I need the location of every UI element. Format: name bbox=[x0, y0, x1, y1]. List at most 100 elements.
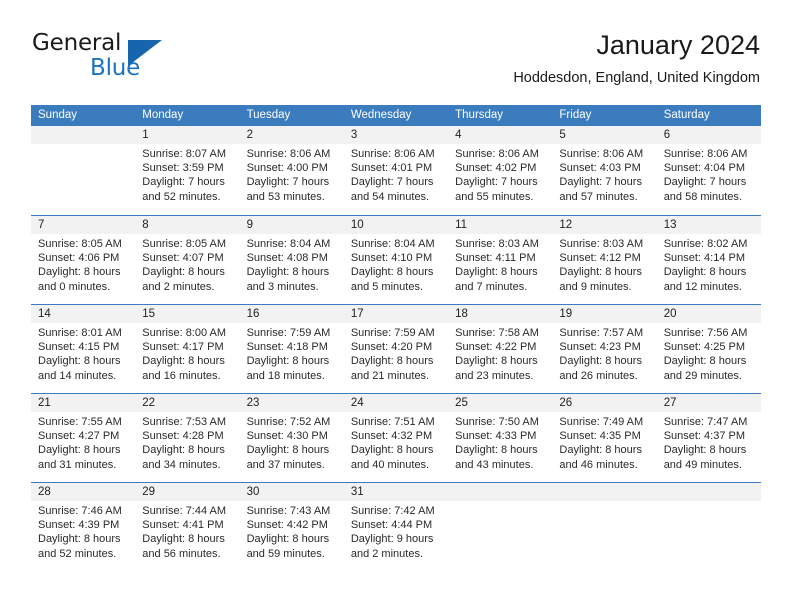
weekday-header-sunday: Sunday bbox=[38, 109, 78, 121]
day-cell-27[interactable]: 27 Sunrise: 7:47 AM Sunset: 4:37 PM Dayligh… bbox=[656, 394, 761, 482]
sunrise-text: Sunrise: 7:55 AM bbox=[38, 416, 122, 428]
daylight-text-cont: and 34 minutes. bbox=[142, 458, 221, 471]
title-block: January 2024 Hoddesdon, England, United … bbox=[513, 28, 760, 89]
day-cell-14[interactable]: 14 Sunrise: 8:01 AM Sunset: 4:15 PM Dayligh… bbox=[31, 305, 136, 393]
day-cell-26[interactable]: 26 Sunrise: 7:49 AM Sunset: 4:35 PM Dayligh… bbox=[552, 394, 657, 482]
day-cell-22[interactable]: 22 Sunrise: 7:53 AM Sunset: 4:28 PM Dayligh… bbox=[135, 394, 240, 482]
day-details: Sunrise: 7:59 AM Sunset: 4:18 PM Daylight:… bbox=[240, 323, 344, 383]
sunrise-text: Sunrise: 8:01 AM bbox=[38, 327, 122, 339]
daylight-text-cont: and 56 minutes. bbox=[142, 547, 221, 560]
daylight-text-cont: and 2 minutes. bbox=[350, 547, 423, 560]
day-details: Sunrise: 7:57 AM Sunset: 4:23 PM Daylight:… bbox=[552, 323, 656, 383]
day-cell-20[interactable]: 20 Sunrise: 7:56 AM Sunset: 4:25 PM Dayligh… bbox=[656, 305, 761, 393]
sunset-text: Sunset: 4:15 PM bbox=[38, 341, 120, 354]
daylight-text-cont: and 59 minutes. bbox=[246, 547, 325, 560]
sunrise-text: Sunrise: 8:04 AM bbox=[350, 238, 435, 250]
weekday-header-tuesday: Tuesday bbox=[246, 109, 291, 121]
daylight-text: Daylight: 8 hours bbox=[142, 355, 225, 368]
sunrise-text: Sunrise: 7:58 AM bbox=[455, 327, 539, 339]
page-title: January 2024 bbox=[596, 30, 760, 60]
day-details bbox=[448, 501, 552, 504]
day-cell-9[interactable]: 9 Sunrise: 8:04 AM Sunset: 4:08 PM Daylight… bbox=[239, 216, 344, 304]
day-cell-30[interactable]: 30 Sunrise: 7:43 AM Sunset: 4:42 PM Dayligh… bbox=[239, 483, 344, 571]
sunrise-text: Sunrise: 7:59 AM bbox=[350, 327, 435, 339]
day-details: Sunrise: 8:06 AM Sunset: 4:00 PM Daylight:… bbox=[240, 144, 344, 204]
day-number: 29 bbox=[135, 483, 240, 501]
calendar-page: General Blue January 2024 Hoddesdon, Eng… bbox=[0, 0, 792, 612]
day-cell-10[interactable]: 10 Sunrise: 8:04 AM Sunset: 4:10 PM Dayligh… bbox=[343, 216, 449, 304]
daylight-text-cont: and 0 minutes. bbox=[38, 280, 111, 293]
sunset-text: Sunset: 4:02 PM bbox=[455, 162, 537, 175]
day-number: 31 bbox=[343, 483, 449, 501]
day-cell-7[interactable]: 7 Sunrise: 8:05 AM Sunset: 4:06 PM Daylight… bbox=[31, 216, 136, 304]
day-details: Sunrise: 8:06 AM Sunset: 4:03 PM Daylight:… bbox=[552, 144, 656, 204]
daylight-text: Daylight: 8 hours bbox=[350, 355, 434, 368]
sunrise-text: Sunrise: 7:47 AM bbox=[663, 416, 748, 428]
daylight-text-cont: and 9 minutes. bbox=[559, 280, 632, 293]
day-number: 17 bbox=[343, 305, 449, 323]
daylight-text: Daylight: 8 hours bbox=[142, 444, 225, 457]
day-cell-16[interactable]: 16 Sunrise: 7:59 AM Sunset: 4:18 PM Dayligh… bbox=[239, 305, 344, 393]
day-cell-31[interactable]: 31 Sunrise: 7:42 AM Sunset: 4:44 PM Dayligh… bbox=[343, 483, 449, 571]
day-cell-21[interactable]: 21 Sunrise: 7:55 AM Sunset: 4:27 PM Dayligh… bbox=[31, 394, 136, 482]
daylight-text-cont: and 23 minutes. bbox=[455, 369, 534, 382]
day-cell-2[interactable]: 2 Sunrise: 8:06 AM Sunset: 4:00 PM Daylight… bbox=[239, 126, 344, 215]
daylight-text: Daylight: 7 hours bbox=[455, 176, 538, 189]
day-cell-11[interactable]: 11 Sunrise: 8:03 AM Sunset: 4:11 PM Dayligh… bbox=[448, 216, 553, 304]
day-cell-4[interactable]: 4 Sunrise: 8:06 AM Sunset: 4:02 PM Daylight… bbox=[448, 126, 553, 215]
day-cell-6[interactable]: 6 Sunrise: 8:06 AM Sunset: 4:04 PM Daylight… bbox=[656, 126, 761, 215]
day-cell-25[interactable]: 25 Sunrise: 7:50 AM Sunset: 4:33 PM Dayligh… bbox=[448, 394, 553, 482]
sunset-text: Sunset: 4:03 PM bbox=[559, 162, 641, 175]
day-cell-29[interactable]: 29 Sunrise: 7:44 AM Sunset: 4:41 PM Dayligh… bbox=[135, 483, 240, 571]
sunset-text: Sunset: 4:00 PM bbox=[246, 162, 328, 175]
day-number bbox=[31, 126, 136, 144]
day-details: Sunrise: 7:46 AM Sunset: 4:39 PM Daylight:… bbox=[31, 501, 135, 561]
daylight-text: Daylight: 7 hours bbox=[663, 176, 747, 189]
day-cell-1[interactable]: 1 Sunrise: 8:07 AM Sunset: 3:59 PM Daylight… bbox=[135, 126, 240, 215]
day-details: Sunrise: 7:42 AM Sunset: 4:44 PM Daylight:… bbox=[344, 501, 448, 561]
weekday-header-wednesday: Wednesday bbox=[350, 109, 412, 121]
day-number: 25 bbox=[448, 394, 553, 412]
sunrise-text: Sunrise: 8:05 AM bbox=[142, 238, 227, 250]
day-details: Sunrise: 7:51 AM Sunset: 4:32 PM Daylight:… bbox=[344, 412, 448, 472]
day-details: Sunrise: 8:04 AM Sunset: 4:10 PM Daylight:… bbox=[344, 234, 448, 294]
brand-logo[interactable]: General Blue bbox=[32, 30, 252, 92]
day-cell-13[interactable]: 13 Sunrise: 8:02 AM Sunset: 4:14 PM Dayligh… bbox=[656, 216, 761, 304]
daylight-text-cont: and 57 minutes. bbox=[559, 190, 638, 203]
sunset-text: Sunset: 4:33 PM bbox=[455, 430, 537, 443]
day-number: 22 bbox=[135, 394, 240, 412]
day-cell-15[interactable]: 15 Sunrise: 8:00 AM Sunset: 4:17 PM Dayligh… bbox=[135, 305, 240, 393]
daylight-text-cont: and 21 minutes. bbox=[350, 369, 430, 382]
day-number: 8 bbox=[135, 216, 240, 234]
sunset-text: Sunset: 4:08 PM bbox=[246, 252, 328, 265]
day-cell-8[interactable]: 8 Sunrise: 8:05 AM Sunset: 4:07 PM Daylight… bbox=[135, 216, 240, 304]
sunrise-text: Sunrise: 8:03 AM bbox=[455, 238, 539, 250]
day-number: 14 bbox=[31, 305, 136, 323]
daylight-text-cont: and 52 minutes. bbox=[38, 547, 117, 560]
day-cell-19[interactable]: 19 Sunrise: 7:57 AM Sunset: 4:23 PM Dayligh… bbox=[552, 305, 657, 393]
day-number: 12 bbox=[552, 216, 657, 234]
sunrise-text: Sunrise: 8:00 AM bbox=[142, 327, 227, 339]
sunrise-text: Sunrise: 7:53 AM bbox=[142, 416, 227, 428]
sunrise-text: Sunrise: 8:05 AM bbox=[38, 238, 122, 250]
day-cell-28[interactable]: 28 Sunrise: 7:46 AM Sunset: 4:39 PM Dayligh… bbox=[31, 483, 136, 571]
day-cell-23[interactable]: 23 Sunrise: 7:52 AM Sunset: 4:30 PM Dayligh… bbox=[239, 394, 344, 482]
daylight-text: Daylight: 9 hours bbox=[350, 533, 434, 546]
day-cell-24[interactable]: 24 Sunrise: 7:51 AM Sunset: 4:32 PM Dayligh… bbox=[343, 394, 449, 482]
sunrise-text: Sunrise: 7:52 AM bbox=[246, 416, 331, 428]
sunset-text: Sunset: 4:44 PM bbox=[350, 519, 433, 532]
day-details: Sunrise: 7:49 AM Sunset: 4:35 PM Daylight:… bbox=[552, 412, 656, 472]
daylight-text: Daylight: 8 hours bbox=[455, 444, 538, 457]
day-number: 23 bbox=[239, 394, 344, 412]
day-details: Sunrise: 8:02 AM Sunset: 4:14 PM Daylight:… bbox=[657, 234, 761, 294]
day-cell-12[interactable]: 12 Sunrise: 8:03 AM Sunset: 4:12 PM Dayligh… bbox=[552, 216, 657, 304]
sunrise-text: Sunrise: 7:44 AM bbox=[142, 505, 227, 517]
day-cell-3[interactable]: 3 Sunrise: 8:06 AM Sunset: 4:01 PM Daylight… bbox=[343, 126, 449, 215]
day-cell-17[interactable]: 17 Sunrise: 7:59 AM Sunset: 4:20 PM Dayligh… bbox=[343, 305, 449, 393]
day-number: 3 bbox=[343, 126, 449, 144]
sunrise-text: Sunrise: 7:42 AM bbox=[350, 505, 435, 517]
day-cell-5[interactable]: 5 Sunrise: 8:06 AM Sunset: 4:03 PM Daylight… bbox=[552, 126, 657, 215]
sunset-text: Sunset: 4:25 PM bbox=[663, 341, 746, 354]
daylight-text-cont: and 55 minutes. bbox=[455, 190, 534, 203]
day-cell-18[interactable]: 18 Sunrise: 7:58 AM Sunset: 4:22 PM Dayligh… bbox=[448, 305, 553, 393]
